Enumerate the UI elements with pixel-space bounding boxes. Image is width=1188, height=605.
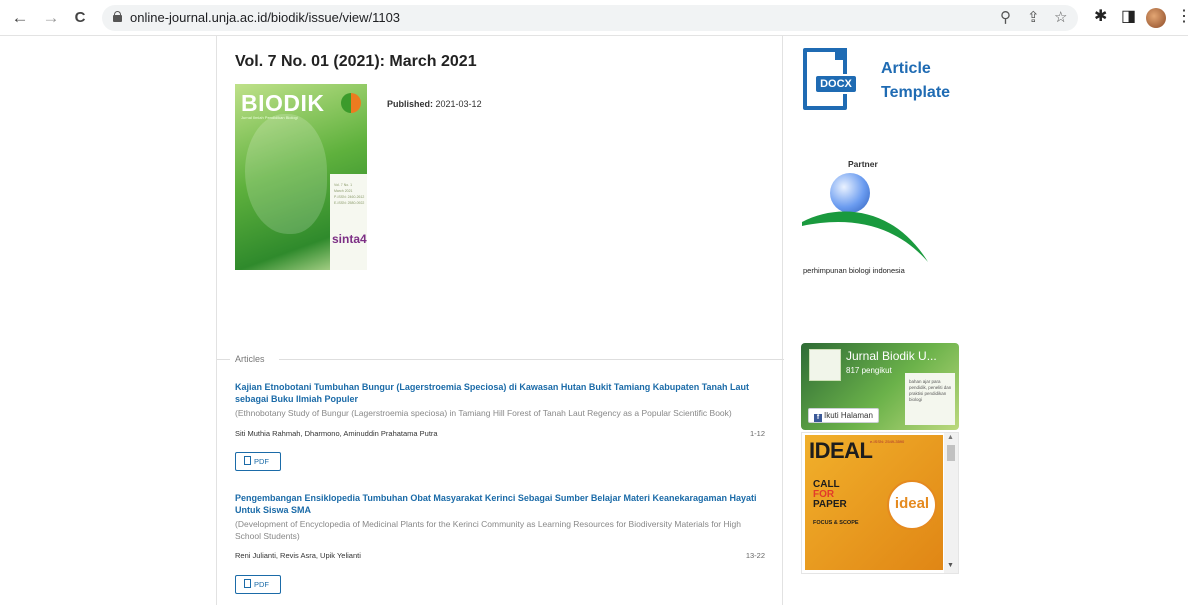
facebook-page-thumbnail[interactable] — [809, 349, 841, 381]
poster-call-for-paper: CALL FOR PAPER — [813, 480, 847, 510]
partner-org-name: perhimpunan biologi indonesia — [803, 266, 905, 275]
extensions-icon[interactable]: ✱ — [1094, 7, 1107, 27]
docx-template-icon[interactable]: DOCX — [800, 48, 860, 112]
cover-title: BIODIK — [241, 90, 325, 116]
poster-focus-scope: FOCUS & SCOPE — [813, 520, 859, 526]
pdf-button[interactable]: PDF — [235, 575, 281, 594]
article-subtitle: (Development of Encyclopedia of Medicina… — [235, 519, 741, 541]
profile-avatar[interactable] — [1146, 8, 1166, 28]
cover-leaf-shape — [245, 114, 327, 234]
scroll-up-icon[interactable]: ▲ — [947, 434, 954, 441]
url-text[interactable]: online-journal.unja.ac.id/biodik/issue/v… — [130, 10, 400, 25]
article-title-link[interactable]: Pengembangan Ensiklopedia Tumbuhan Obat … — [235, 492, 765, 516]
partner-label: Partner — [848, 159, 878, 169]
published-value: 2021-03-12 — [435, 99, 482, 109]
zoom-icon[interactable]: ⚲ — [1000, 9, 1011, 27]
bookmark-star-icon[interactable]: ☆ — [1054, 9, 1067, 27]
article-meta: Siti Muthia Rahmah, Dharmono, Aminuddin … — [235, 429, 765, 445]
browser-toolbar: ← → C online-journal.unja.ac.id/biodik/i… — [0, 0, 1188, 36]
issue-title: Vol. 7 No. 01 (2021): March 2021 — [235, 53, 477, 70]
article-item: Pengembangan Ensiklopedia Tumbuhan Obat … — [235, 492, 765, 567]
browser-menu-icon[interactable]: ⋮ — [1176, 7, 1188, 27]
article-item: Kajian Etnobotani Tumbuhan Bungur (Lager… — [235, 381, 765, 445]
forward-icon[interactable]: → — [41, 8, 61, 28]
article-template-link-line2[interactable]: Template — [881, 84, 950, 102]
pdf-button[interactable]: PDF — [235, 452, 281, 471]
articles-divider-left — [217, 359, 230, 360]
back-icon[interactable]: ← — [10, 8, 30, 28]
cover-info-panel: Vol. 7 No. 1 March 2021 P-ISSN: 2460-261… — [330, 174, 367, 270]
share-icon[interactable]: ⇪ — [1027, 9, 1040, 27]
facebook-icon: f — [814, 414, 822, 422]
article-title-link[interactable]: Kajian Etnobotani Tumbuhan Bungur (Lager… — [235, 381, 765, 405]
partner-swoosh-icon — [802, 211, 928, 262]
scroll-down-icon[interactable]: ▼ — [947, 562, 954, 569]
pdf-button-label: PDF — [254, 457, 269, 466]
lock-icon — [113, 11, 122, 22]
article-subtitle: (Ethnobotany Study of Bungur (Lagerstroe… — [235, 408, 732, 418]
facebook-follow-button[interactable]: f Ikuti Halaman — [808, 408, 879, 423]
pdf-button-label: PDF — [254, 580, 269, 589]
side-panel-icon[interactable]: ◨ — [1121, 7, 1136, 27]
file-icon — [244, 456, 251, 465]
reload-icon[interactable]: C — [70, 8, 90, 28]
call-for-paper-poster[interactable]: IDEAL e-ISSN: 2549-3590 CALL FOR PAPER i… — [805, 435, 943, 570]
article-meta: Reni Julianti, Revis Asra, Upik Yelianti… — [235, 551, 765, 567]
cover-logo-icon — [341, 93, 361, 113]
articles-section-heading: Articles — [235, 354, 265, 364]
issue-cover-image[interactable]: BIODIK Jurnal Ilmiah Pendidikan Biologi … — [235, 84, 367, 270]
docx-badge: DOCX — [814, 74, 858, 94]
articles-divider-right — [279, 359, 784, 360]
article-template-link[interactable]: Article — [881, 60, 931, 78]
file-icon — [244, 579, 251, 588]
facebook-page-widget[interactable]: Jurnal Biodik U... 817 pengikut bahan aj… — [801, 343, 959, 430]
poster-issn: e-ISSN: 2549-3590 — [870, 439, 905, 444]
cover-issn-2: E-ISSN: 2580-0922 — [334, 201, 365, 205]
article-authors: Reni Julianti, Revis Asra, Upik Yelianti — [235, 551, 361, 560]
facebook-page-name[interactable]: Jurnal Biodik U... — [846, 349, 937, 363]
published-label: Published: — [387, 99, 434, 109]
facebook-cover-card: bahan ajar para pendidik, peneliti dan p… — [905, 373, 955, 425]
poster-logo: ideal — [887, 480, 937, 530]
address-bar[interactable]: online-journal.unja.ac.id/biodik/issue/v… — [102, 5, 1078, 31]
scrollbar-thumb[interactable] — [947, 445, 955, 461]
poster-brand: IDEAL — [809, 438, 873, 463]
article-pages: 1-12 — [749, 429, 765, 438]
article-authors: Siti Muthia Rahmah, Dharmono, Aminuddin … — [235, 429, 438, 438]
published-date: Published: 2021-03-12 — [387, 99, 482, 109]
promo-banner[interactable]: IDEAL e-ISSN: 2549-3590 CALL FOR PAPER i… — [801, 432, 959, 574]
facebook-follow-label: Ikuti Halaman — [824, 411, 873, 420]
promo-scrollbar[interactable]: ▲ ▼ — [944, 433, 958, 573]
article-pages: 13-22 — [745, 551, 765, 560]
cover-sinta-logo: sinta4 — [332, 232, 367, 246]
poster-paper: PAPER — [813, 499, 847, 510]
cover-subtitle: Jurnal Ilmiah Pendidikan Biologi — [241, 115, 298, 120]
main-content: Vol. 7 No. 01 (2021): March 2021 BIODIK … — [216, 36, 784, 605]
facebook-card-text: bahan ajar para pendidik, peneliti dan p… — [909, 379, 952, 402]
facebook-followers: 817 pengikut — [846, 366, 892, 375]
